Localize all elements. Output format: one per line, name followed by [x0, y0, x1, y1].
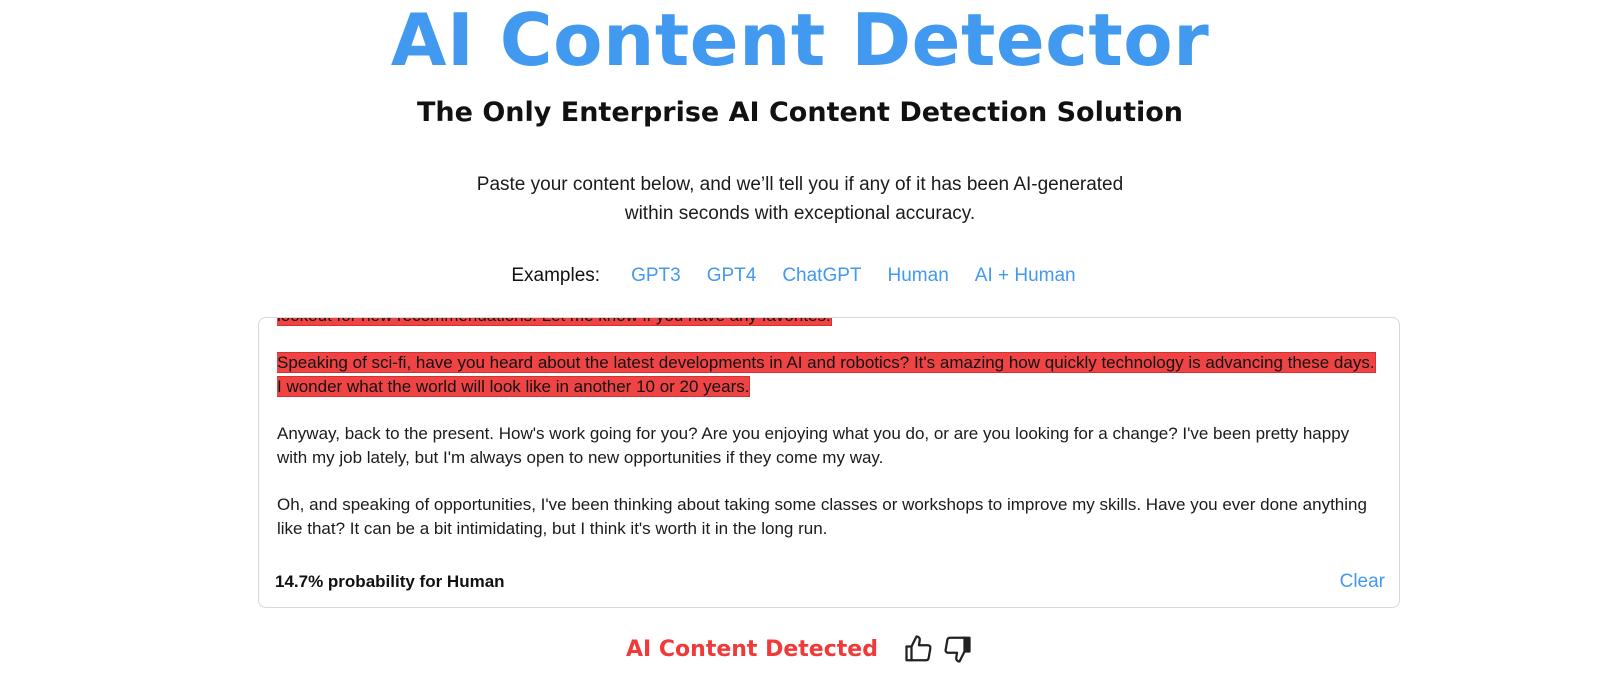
result-status: AI Content Detected [626, 636, 878, 662]
ai-detector-page: AI Content Detector The Only Enterprise … [0, 0, 1600, 700]
example-link-gpt4[interactable]: GPT4 [707, 263, 757, 289]
content-editor[interactable]: lookout for new recommendations. Let me … [258, 317, 1400, 608]
content-paragraph: Anyway, back to the present. How's work … [277, 422, 1377, 470]
result-row: AI Content Detected [0, 632, 1600, 666]
thumbs-down-icon[interactable] [940, 632, 974, 666]
paragraph-text: Anyway, back to the present. How's work … [277, 424, 1350, 467]
intro-line: within seconds with exceptional accuracy… [624, 203, 976, 224]
thumbs-up-icon[interactable] [902, 632, 936, 666]
paragraph-text: Speaking of sci-fi, have you heard about… [277, 352, 1376, 397]
content-paragraph: Oh, and speaking of opportunities, I've … [277, 493, 1377, 541]
examples-label: Examples: [511, 265, 601, 286]
page-subtitle: The Only Enterprise AI Content Detection… [416, 97, 1184, 128]
clear-button[interactable]: Clear [1340, 571, 1385, 593]
example-link-human[interactable]: Human [888, 263, 949, 289]
content-textarea[interactable]: lookout for new recommendations. Let me … [277, 318, 1377, 560]
content-paragraph: Speaking of sci-fi, have you heard about… [277, 351, 1377, 399]
page-title: AI Content Detector [390, 0, 1210, 82]
intro-text: Paste your content below, and we’ll tell… [400, 170, 1200, 228]
content-paragraph: lookout for new recommendations. Let me … [277, 318, 1377, 328]
example-link-gpt3[interactable]: GPT3 [631, 263, 681, 289]
example-link-chatgpt[interactable]: ChatGPT [782, 263, 861, 289]
editor-footer: 14.7% probability for Human Clear [275, 571, 1385, 593]
human-probability: 14.7% probability for Human [275, 572, 505, 591]
example-link-ai-human[interactable]: AI + Human [975, 263, 1076, 289]
paragraph-text: lookout for new recommendations. Let me … [277, 318, 832, 326]
intro-line: Paste your content below, and we’ll tell… [476, 174, 1124, 195]
paragraph-text: Oh, and speaking of opportunities, I've … [277, 495, 1367, 538]
examples-bar: Examples: GPT3 GPT4 ChatGPT Human AI + H… [0, 263, 1600, 289]
